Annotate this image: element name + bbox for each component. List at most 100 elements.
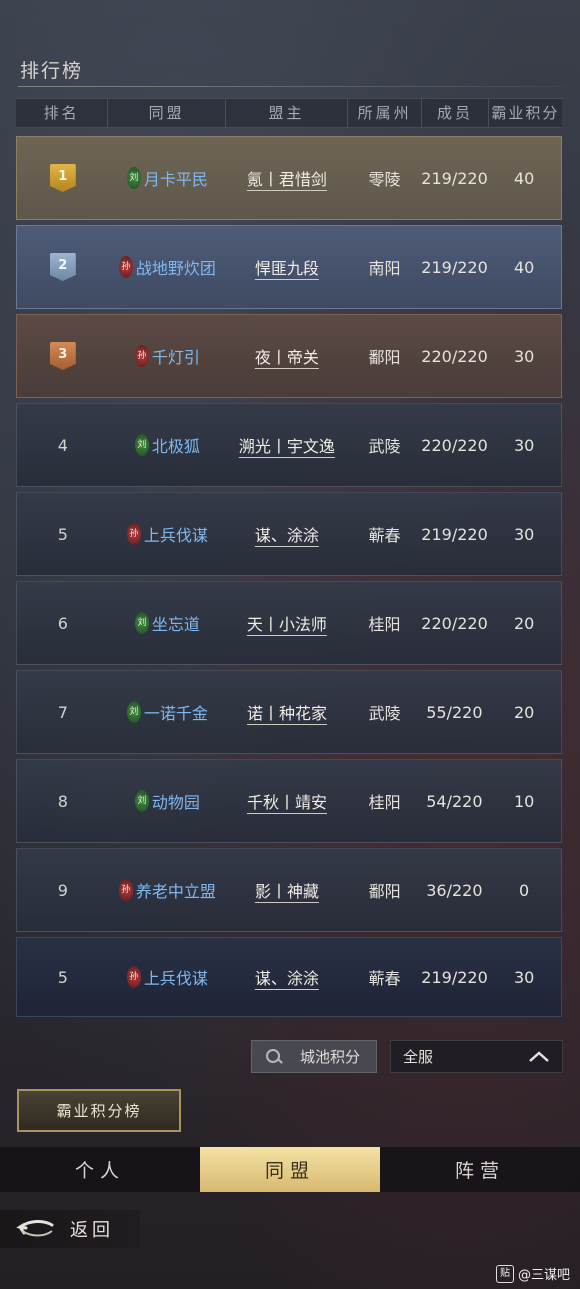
members-cell: 220/220: [421, 346, 488, 366]
title-divider: [18, 86, 566, 87]
state-cell: 南阳: [368, 259, 401, 278]
column-header-rank: 排名: [16, 99, 109, 127]
leader-link[interactable]: 氪丨君惜剑: [247, 170, 327, 189]
table-row[interactable]: 1 刘月卡平民 氪丨君惜剑 零陵 219/220 40: [16, 136, 562, 220]
leader-link[interactable]: 诺丨种花家: [247, 704, 327, 723]
state-cell: 蕲春: [368, 969, 401, 988]
score-cell: 30: [513, 524, 535, 544]
alliance-name[interactable]: 动物园: [152, 789, 200, 813]
score-cell: 0: [519, 880, 530, 900]
back-button[interactable]: 返回: [0, 1210, 140, 1248]
state-cell: 武陵: [368, 437, 401, 456]
score-cell: 30: [513, 435, 535, 455]
rank-cell: 2: [17, 253, 109, 281]
ranking-type-button[interactable]: 霸业积分榜: [17, 1089, 181, 1132]
rank-cell: 5: [57, 967, 68, 987]
score-cell: 40: [513, 168, 535, 188]
rank-cell: 5: [57, 524, 68, 544]
leader-link[interactable]: 悍匪九段: [255, 259, 319, 278]
tab-faction[interactable]: 阵营: [380, 1147, 580, 1192]
column-header-alliance: 同盟: [108, 99, 227, 127]
tab-personal[interactable]: 个人: [0, 1147, 200, 1192]
leader-link[interactable]: 夜丨帝关: [255, 348, 319, 367]
rank-cell: 4: [57, 435, 68, 455]
state-cell: 桂阳: [368, 793, 401, 812]
table-row[interactable]: 4 刘北极狐 溯光丨宇文逸 武陵 220/220 30: [16, 403, 562, 487]
alliance-name[interactable]: 养老中立盟: [136, 878, 216, 902]
leader-link[interactable]: 溯光丨宇文逸: [239, 437, 335, 456]
table-row[interactable]: 7 刘一诺千金 诺丨种花家 武陵 55/220 20: [16, 670, 562, 754]
city-score-filter-label: 城池积分: [300, 1048, 361, 1066]
silver-medal-icon: 2: [49, 253, 76, 281]
column-header-state: 所属州: [348, 99, 423, 127]
table-row[interactable]: 6 刘坐忘道 天丨小法师 桂阳 220/220 20: [16, 581, 562, 665]
bottom-tab-bar: 个人 同盟 阵营: [0, 1147, 580, 1192]
score-cell: 30: [513, 346, 535, 366]
rank-cell: 6: [57, 613, 68, 633]
tab-alliance[interactable]: 同盟: [200, 1147, 380, 1192]
state-cell: 蕲春: [368, 526, 401, 545]
leader-link[interactable]: 千秋丨靖安: [247, 793, 327, 812]
faction-liu-icon: 刘: [134, 434, 149, 456]
column-header-score: 霸业积分: [491, 104, 560, 122]
rank-cell: 1: [17, 164, 109, 192]
alliance-name[interactable]: 一诺千金: [144, 700, 208, 724]
members-cell: 219/220: [421, 967, 488, 987]
state-cell: 鄱阳: [368, 348, 401, 367]
leader-link[interactable]: 天丨小法师: [247, 615, 327, 634]
faction-liu-icon: 刘: [126, 167, 141, 189]
alliance-name[interactable]: 上兵伐谋: [144, 965, 208, 989]
alliance-name[interactable]: 千灯引: [152, 344, 200, 368]
alliance-name[interactable]: 月卡平民: [144, 166, 208, 190]
alliance-name[interactable]: 坐忘道: [152, 611, 200, 635]
faction-liu-icon: 刘: [134, 612, 149, 634]
server-select-value: 全服: [403, 1048, 434, 1066]
chevron-up-icon: [529, 1050, 549, 1062]
score-cell: 20: [513, 613, 535, 633]
table-row[interactable]: 5 孙上兵伐谋 谋、涂涂 蕲春 219/220 30: [16, 492, 562, 576]
column-header-leader: 盟主: [226, 99, 348, 127]
leader-link[interactable]: 谋、涂涂: [255, 526, 319, 545]
score-cell: 30: [513, 967, 535, 987]
alliance-name[interactable]: 战地野炊团: [136, 255, 216, 279]
members-cell: 36/220: [426, 880, 483, 900]
faction-liu-icon: 刘: [134, 790, 149, 812]
leader-link[interactable]: 谋、涂涂: [255, 969, 319, 988]
watermark: 贴 @三谋吧: [495, 1264, 570, 1283]
table-row[interactable]: 2 孙战地野炊团 悍匪九段 南阳 219/220 40: [16, 225, 562, 309]
faction-sun-icon: 孙: [118, 256, 133, 278]
gold-medal-icon: 1: [49, 164, 76, 192]
faction-sun-icon: 孙: [134, 345, 149, 367]
server-select[interactable]: 全服: [390, 1040, 563, 1073]
score-cell: 20: [513, 702, 535, 722]
alliance-name[interactable]: 上兵伐谋: [144, 522, 208, 546]
faction-sun-icon: 孙: [118, 879, 133, 901]
members-cell: 220/220: [421, 435, 488, 455]
rank-cell: 9: [57, 880, 68, 900]
table-header: 排名 同盟 盟主 所属州 成员 霸业积分: [16, 98, 562, 128]
search-icon: [266, 1048, 282, 1065]
state-cell: 鄱阳: [368, 882, 401, 901]
members-cell: 220/220: [421, 613, 488, 633]
column-header-members: 成员: [422, 99, 489, 127]
city-score-filter-button[interactable]: 城池积分: [251, 1040, 377, 1073]
bronze-medal-icon: 3: [49, 342, 76, 370]
leader-link[interactable]: 影丨神藏: [255, 882, 319, 901]
rank-cell: 3: [17, 342, 109, 370]
members-cell: 54/220: [426, 791, 483, 811]
state-cell: 武陵: [368, 704, 401, 723]
back-arrow-icon: [16, 1220, 54, 1237]
table-row[interactable]: 8 刘动物园 千秋丨靖安 桂阳 54/220 10: [16, 759, 562, 843]
own-alliance-row[interactable]: 5 孙上兵伐谋 谋、涂涂 蕲春 219/220 30: [16, 937, 562, 1017]
tieba-logo-icon: 贴: [495, 1264, 514, 1283]
ranking-list: 1 刘月卡平民 氪丨君惜剑 零陵 219/220 40 2 孙战地野炊团 悍匪九…: [16, 136, 562, 1022]
alliance-name[interactable]: 北极狐: [152, 433, 200, 457]
rank-cell: 7: [57, 702, 68, 722]
rank-cell: 8: [57, 791, 68, 811]
watermark-text: @三谋吧: [517, 1268, 570, 1283]
faction-liu-icon: 刘: [126, 701, 141, 723]
table-row[interactable]: 3 孙千灯引 夜丨帝关 鄱阳 220/220 30: [16, 314, 562, 398]
score-cell: 10: [513, 791, 535, 811]
table-row[interactable]: 9 孙养老中立盟 影丨神藏 鄱阳 36/220 0: [16, 848, 562, 932]
faction-sun-icon: 孙: [126, 523, 141, 545]
